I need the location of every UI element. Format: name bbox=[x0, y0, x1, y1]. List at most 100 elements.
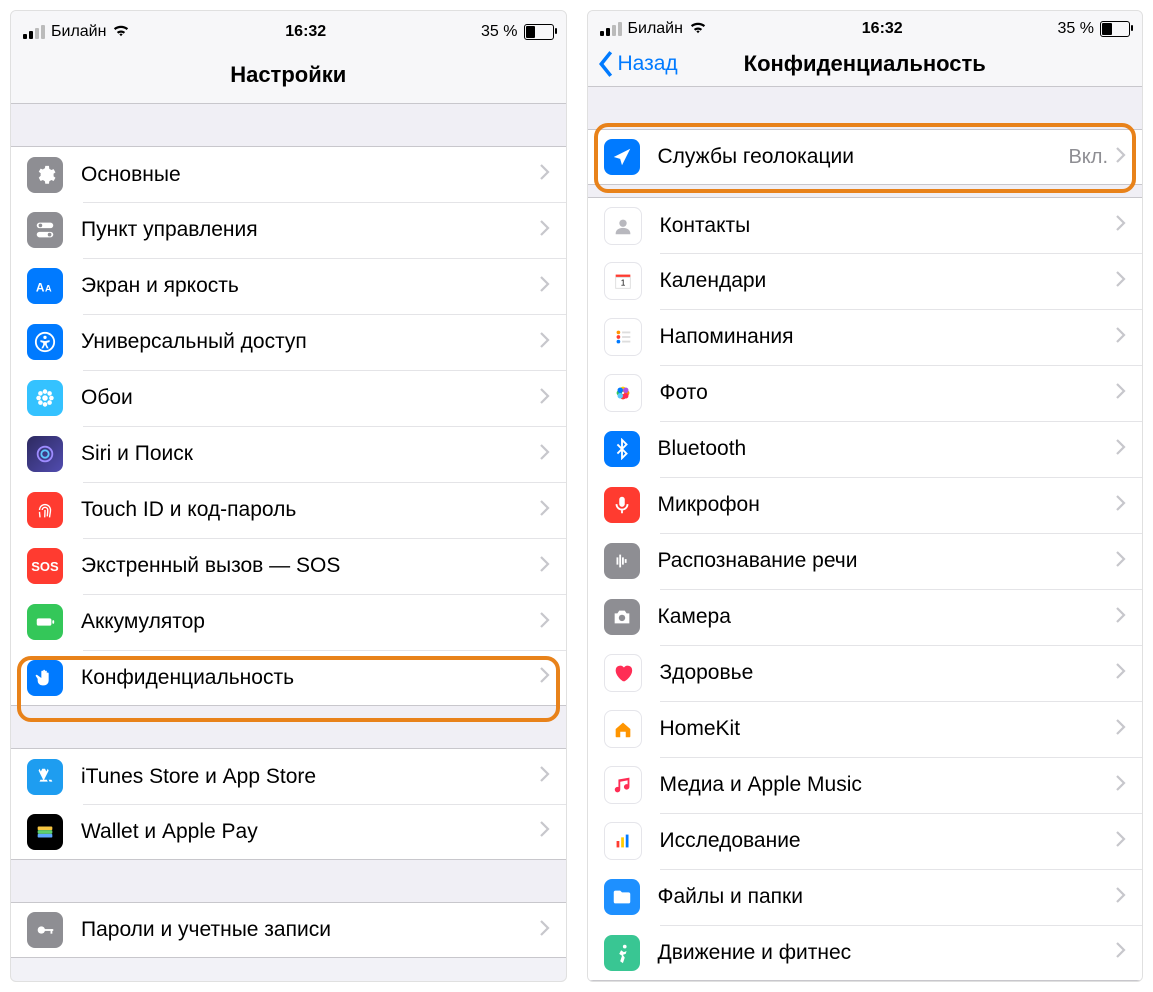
row-label: Камера bbox=[658, 605, 1117, 629]
row-reminders[interactable]: Напоминания bbox=[588, 309, 1143, 365]
navbar: Настройки bbox=[11, 47, 566, 104]
page-title: Конфиденциальность bbox=[744, 51, 986, 77]
row-label: Обои bbox=[81, 386, 540, 410]
row-health[interactable]: Здоровье bbox=[588, 645, 1143, 701]
chevron-right-icon bbox=[540, 332, 550, 353]
row-label: Touch ID и код-пароль bbox=[81, 498, 540, 522]
row-label: HomeKit bbox=[660, 717, 1117, 741]
svg-text:1: 1 bbox=[620, 279, 625, 288]
row-label: Аккумулятор bbox=[81, 610, 540, 634]
carrier-label: Билайн bbox=[51, 23, 106, 41]
wallet-icon bbox=[27, 814, 63, 850]
row-contacts[interactable]: Контакты bbox=[588, 197, 1143, 253]
chevron-right-icon bbox=[540, 220, 550, 241]
siri-icon bbox=[27, 436, 63, 472]
battery-percent: 35 % bbox=[481, 23, 517, 41]
chevron-right-icon bbox=[1116, 775, 1126, 796]
chevron-right-icon bbox=[1116, 215, 1126, 236]
row-label: Универсальный доступ bbox=[81, 330, 540, 354]
page-title: Настройки bbox=[230, 62, 346, 88]
row-display[interactable]: AA Экран и яркость bbox=[11, 258, 566, 314]
row-label: Bluetooth bbox=[658, 437, 1117, 461]
row-control-center[interactable]: Пункт управления bbox=[11, 202, 566, 258]
row-passwords[interactable]: Пароли и учетные записи bbox=[11, 902, 566, 958]
row-label: Службы геолокации bbox=[658, 145, 1069, 169]
chevron-right-icon bbox=[1116, 719, 1126, 740]
row-general[interactable]: Основные bbox=[11, 146, 566, 202]
row-label: Фото bbox=[660, 381, 1117, 405]
flower-icon bbox=[27, 380, 63, 416]
row-privacy[interactable]: Конфиденциальность bbox=[11, 650, 566, 706]
chevron-right-icon bbox=[1116, 327, 1126, 348]
chevron-right-icon bbox=[1116, 439, 1126, 460]
row-itunes[interactable]: iTunes Store и App Store bbox=[11, 748, 566, 804]
key-icon bbox=[27, 912, 63, 948]
chevron-right-icon bbox=[540, 444, 550, 465]
row-label: Медиа и Apple Music bbox=[660, 773, 1117, 797]
row-label: iTunes Store и App Store bbox=[81, 765, 540, 789]
row-files[interactable]: Файлы и папки bbox=[588, 869, 1143, 925]
chevron-right-icon bbox=[540, 612, 550, 633]
reminders-icon bbox=[604, 318, 642, 356]
back-button[interactable]: Назад bbox=[598, 51, 678, 77]
row-location[interactable]: Службы геолокации Вкл. bbox=[588, 129, 1143, 185]
chevron-right-icon bbox=[540, 500, 550, 521]
chevron-right-icon bbox=[540, 667, 550, 688]
row-research[interactable]: Исследование bbox=[588, 813, 1143, 869]
chevron-right-icon bbox=[540, 388, 550, 409]
row-label: Напоминания bbox=[660, 325, 1117, 349]
row-accessibility[interactable]: Универсальный доступ bbox=[11, 314, 566, 370]
microphone-icon bbox=[604, 487, 640, 523]
row-label: Пароли и учетные записи bbox=[81, 918, 540, 942]
chevron-right-icon bbox=[1116, 551, 1126, 572]
location-icon bbox=[604, 139, 640, 175]
row-microphone[interactable]: Микрофон bbox=[588, 477, 1143, 533]
status-time: 16:32 bbox=[130, 23, 481, 41]
chevron-right-icon bbox=[540, 276, 550, 297]
row-camera[interactable]: Камера bbox=[588, 589, 1143, 645]
screen-settings: Билайн 16:32 35 % Настройки Основные Пун… bbox=[10, 10, 567, 982]
row-label: Wallet и Apple Pay bbox=[81, 820, 540, 844]
accessibility-icon bbox=[27, 324, 63, 360]
row-photos[interactable]: Фото bbox=[588, 365, 1143, 421]
row-battery[interactable]: Аккумулятор bbox=[11, 594, 566, 650]
chevron-right-icon bbox=[1116, 942, 1126, 963]
row-touchid[interactable]: Touch ID и код-пароль bbox=[11, 482, 566, 538]
row-label: Контакты bbox=[660, 214, 1117, 238]
row-motion[interactable]: Движение и фитнес bbox=[588, 925, 1143, 981]
row-calendar[interactable]: 1 Календари bbox=[588, 253, 1143, 309]
row-sos[interactable]: SOS Экстренный вызов — SOS bbox=[11, 538, 566, 594]
battery-icon bbox=[27, 604, 63, 640]
row-label: Здоровье bbox=[660, 661, 1117, 685]
text-size-icon: AA bbox=[27, 268, 63, 304]
heart-icon bbox=[604, 654, 642, 692]
row-label: Экстренный вызов — SOS bbox=[81, 554, 540, 578]
wifi-icon bbox=[112, 23, 130, 42]
folder-icon bbox=[604, 879, 640, 915]
signal-icon bbox=[23, 25, 45, 39]
status-bar: Билайн 16:32 35 % bbox=[11, 11, 566, 47]
screen-privacy: Билайн 16:32 35 % Назад Конфиденциальнос… bbox=[587, 10, 1144, 982]
photos-icon bbox=[604, 374, 642, 412]
row-homekit[interactable]: HomeKit bbox=[588, 701, 1143, 757]
chevron-right-icon bbox=[540, 821, 550, 842]
row-speech[interactable]: Распознавание речи bbox=[588, 533, 1143, 589]
privacy-list: Службы геолокации Вкл. Контакты 1 Календ… bbox=[588, 87, 1143, 981]
row-wallet[interactable]: Wallet и Apple Pay bbox=[11, 804, 566, 860]
row-wallpaper[interactable]: Обои bbox=[11, 370, 566, 426]
row-media[interactable]: Медиа и Apple Music bbox=[588, 757, 1143, 813]
chevron-right-icon bbox=[1116, 495, 1126, 516]
chart-icon bbox=[604, 822, 642, 860]
row-siri[interactable]: Siri и Поиск bbox=[11, 426, 566, 482]
bluetooth-icon bbox=[604, 431, 640, 467]
signal-icon bbox=[600, 22, 622, 36]
row-label: Исследование bbox=[660, 829, 1117, 853]
calendar-icon: 1 bbox=[604, 262, 642, 300]
hand-icon bbox=[27, 660, 63, 696]
row-bluetooth[interactable]: Bluetooth bbox=[588, 421, 1143, 477]
chevron-right-icon bbox=[1116, 147, 1126, 168]
chevron-right-icon bbox=[540, 164, 550, 185]
appstore-icon bbox=[27, 759, 63, 795]
gear-icon bbox=[27, 157, 63, 193]
toggles-icon bbox=[27, 212, 63, 248]
